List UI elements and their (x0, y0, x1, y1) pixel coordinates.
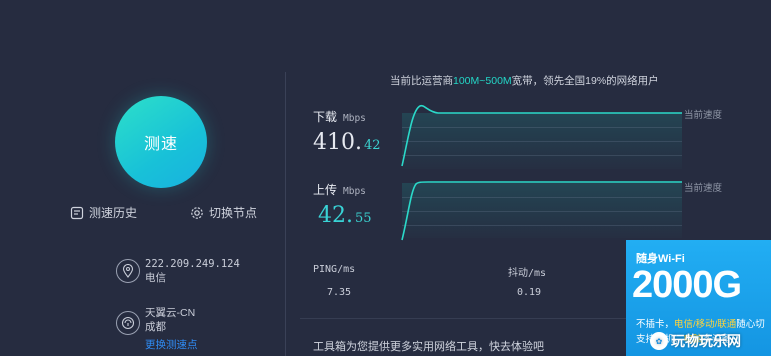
upload-label: 上传 (313, 183, 338, 197)
watermark: ✿ 玩物玩乐网 (650, 331, 741, 351)
toolbox-tip[interactable]: 工具箱为您提供更多实用网络工具，快去体验吧 (313, 338, 544, 354)
history-icon (70, 206, 84, 220)
upload-speed-dec: 55 (355, 211, 372, 226)
upload-speed-curve (401, 181, 682, 241)
upload-unit: Mbps (343, 186, 366, 197)
ad-headline: 2000G (632, 264, 742, 306)
change-test-point-link[interactable]: 更换测速点 (145, 337, 198, 352)
download-current-label: 当前速度 (684, 110, 723, 121)
server-city: 成都 (145, 321, 166, 333)
upload-current-label: 当前速度 (684, 183, 723, 194)
gear-icon (190, 206, 204, 220)
watermark-text: 玩物玩乐网 (671, 333, 741, 349)
isp-name: 电信 (145, 272, 166, 284)
headline-prefix: 当前比运营商 (390, 75, 453, 87)
ad-line-1: 不插卡，电信/移动/联通随心切 (636, 316, 765, 330)
upload-speed-int: 42. (318, 203, 353, 228)
ping-label: PING/ms (313, 264, 356, 275)
speed-history-label: 测速历史 (89, 206, 138, 220)
ad-line-1-post: 随心切 (736, 319, 765, 330)
switch-node-link[interactable]: 切换节点 (190, 204, 257, 221)
jitter-value: 0.19 (517, 287, 542, 298)
download-label-row: 下载 Mbps (313, 108, 366, 125)
download-label: 下载 (313, 110, 338, 124)
watermark-logo-icon: ✿ (650, 332, 668, 350)
speed-button-label: 测速 (143, 136, 178, 153)
download-speed-int: 410. (313, 130, 362, 155)
jitter-label: 抖动/ms (508, 268, 547, 279)
ad-line-1-pre: 不插卡， (636, 319, 675, 330)
download-unit: Mbps (343, 113, 366, 124)
upload-label-row: 上传 Mbps (313, 181, 366, 198)
download-speed-value: 410. 42 (313, 130, 381, 155)
server-name: 天翼云-CN (145, 307, 196, 319)
download-speed-curve (401, 104, 682, 167)
headline-highlight: 100M~500M (453, 75, 512, 87)
headline-suffix: 宽带，领先全国19%的网络用户 (511, 75, 659, 87)
start-speed-test-button[interactable]: 测速 (115, 96, 207, 188)
ping-value: 7.35 (327, 287, 352, 298)
download-speed-dec: 42 (363, 138, 381, 153)
speed-history-link[interactable]: 测速历史 (70, 204, 137, 221)
ip-address: 222.209.249.124 (145, 258, 240, 270)
server-icon (116, 311, 140, 335)
upload-speed-value: 42. 55 (318, 203, 372, 228)
section-divider (300, 318, 630, 319)
switch-node-label: 切换节点 (209, 206, 258, 220)
panel-divider (285, 72, 286, 356)
location-icon (116, 259, 140, 283)
ad-line-1-highlight: 电信/移动/联通 (674, 319, 737, 330)
ranking-headline: 当前比运营商100M~500M宽带，领先全国19%的网络用户 (390, 73, 659, 88)
